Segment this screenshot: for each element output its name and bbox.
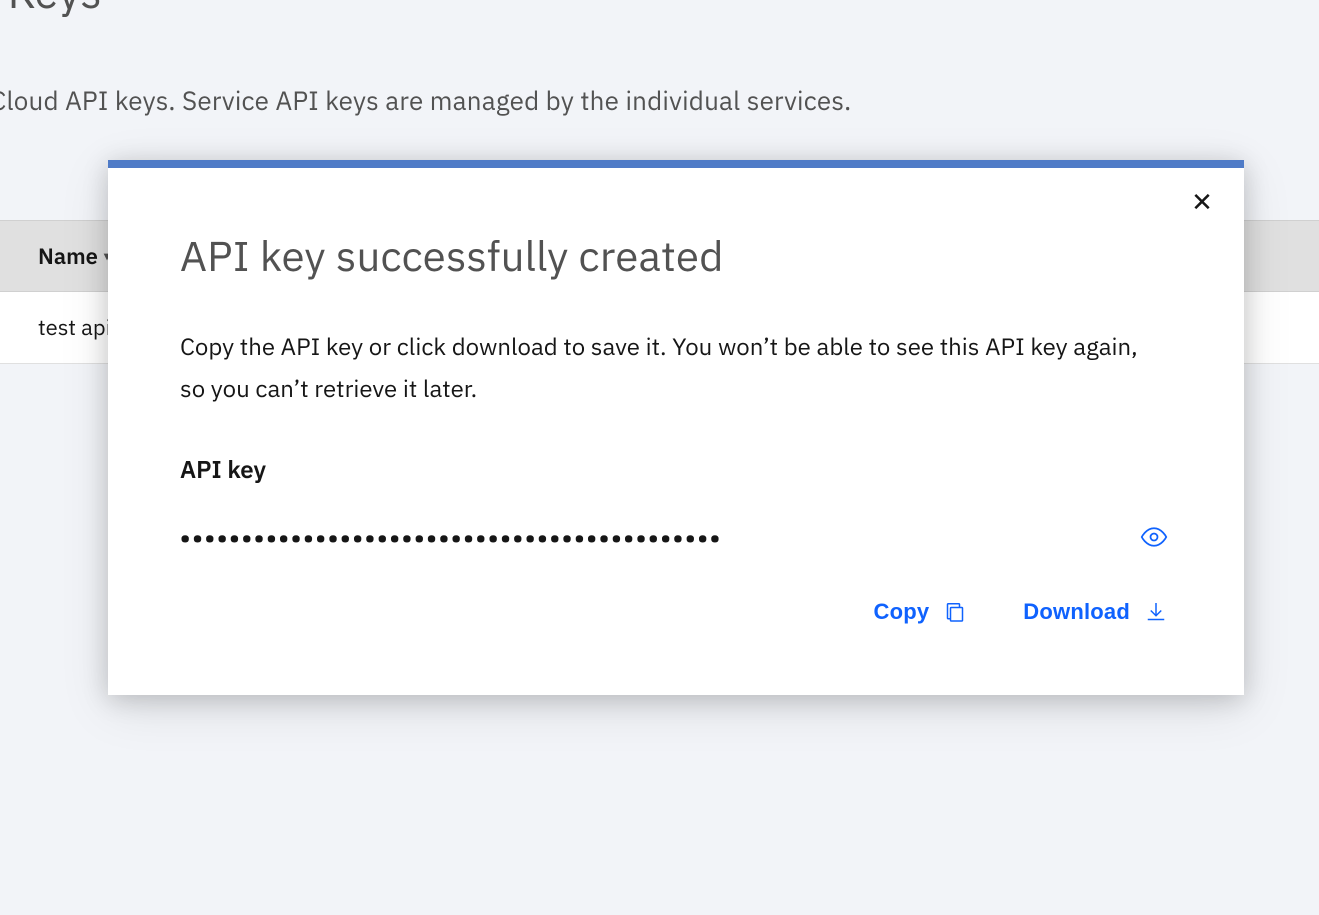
close-button[interactable]: ✕ bbox=[1186, 186, 1218, 218]
api-key-row: ••••••••••••••••••••••••••••••••••••••••… bbox=[180, 519, 1172, 555]
download-button[interactable]: Download bbox=[1023, 599, 1168, 625]
copy-button-label: Copy bbox=[873, 599, 929, 625]
modal-api-key-created: ✕ API key successfully created Copy the … bbox=[108, 160, 1244, 695]
api-key-field-label: API key bbox=[180, 453, 1172, 485]
modal-description: Copy the API key or click download to sa… bbox=[180, 325, 1140, 409]
modal-content: API key successfully created Copy the AP… bbox=[108, 168, 1244, 695]
copy-button[interactable]: Copy bbox=[873, 599, 967, 625]
modal-accent-bar bbox=[108, 160, 1244, 168]
modal-title: API key successfully created bbox=[180, 228, 1172, 283]
page-title: Cloud API Keys bbox=[0, 0, 102, 21]
modal-actions: Copy Download bbox=[180, 599, 1172, 625]
table-header-name-label: Name bbox=[38, 242, 98, 271]
download-button-label: Download bbox=[1023, 599, 1130, 625]
reveal-key-button[interactable] bbox=[1136, 519, 1172, 555]
table-header-name[interactable]: Name ▾ bbox=[38, 242, 110, 271]
page-subtitle: Create and manage your IBM Cloud API key… bbox=[0, 84, 1279, 118]
eye-icon bbox=[1140, 523, 1168, 551]
close-icon: ✕ bbox=[1191, 189, 1213, 215]
api-key-masked-value: ••••••••••••••••••••••••••••••••••••••••… bbox=[180, 525, 722, 549]
copy-icon bbox=[943, 600, 967, 624]
download-icon bbox=[1144, 600, 1168, 624]
table-cell-name: test api bbox=[38, 313, 111, 342]
